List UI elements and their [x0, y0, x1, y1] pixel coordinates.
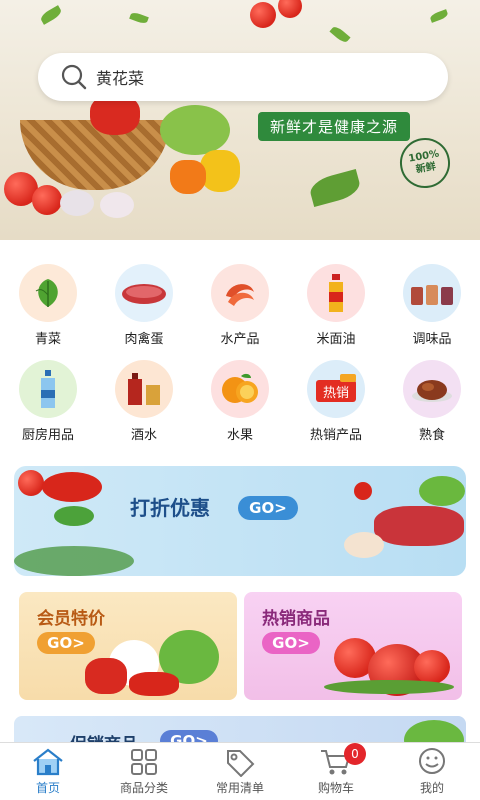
- category-item[interactable]: 热销 热销产品: [288, 352, 384, 443]
- category-item[interactable]: 青菜: [0, 256, 96, 347]
- tab-label: 常用清单: [215, 781, 264, 795]
- hot-sale-icon: 热销: [307, 360, 365, 418]
- search-bar[interactable]: [38, 53, 448, 101]
- svg-text:热销: 热销: [323, 386, 349, 401]
- hot-products-go-button[interactable]: GO>: [262, 632, 320, 654]
- category-label: 青菜: [34, 332, 61, 347]
- discount-go-button[interactable]: GO>: [238, 496, 298, 520]
- user-icon: [419, 748, 445, 774]
- oil-bottle-icon: [307, 264, 365, 322]
- tab-home[interactable]: 首页: [0, 743, 96, 800]
- category-label: 水果: [226, 428, 253, 443]
- category-label: 肉禽蛋: [124, 332, 164, 347]
- category-label: 调味品: [412, 332, 452, 347]
- search-input[interactable]: [96, 67, 416, 87]
- tab-label: 首页: [35, 781, 60, 795]
- tab-label: 购物车: [317, 781, 354, 795]
- discount-title: 打折优惠: [130, 496, 210, 520]
- category-label: 厨房用品: [21, 428, 74, 443]
- kitchen-bottle-icon: [19, 360, 77, 418]
- category-label: 熟食: [418, 428, 445, 443]
- tag-icon: [227, 750, 255, 777]
- freshness-seal: 100% 新鲜: [396, 134, 454, 192]
- category-item[interactable]: 调味品: [384, 256, 480, 347]
- tab-profile[interactable]: 我的: [384, 743, 480, 800]
- seasoning-icon: [403, 264, 461, 322]
- category-item[interactable]: 水产品: [192, 256, 288, 347]
- category-label: 热销产品: [309, 428, 362, 443]
- category-item[interactable]: 肉禽蛋: [96, 256, 192, 347]
- category-item[interactable]: 熟食: [384, 352, 480, 443]
- home-icon: [33, 748, 63, 776]
- seal-text: 新鲜: [415, 161, 437, 176]
- category-label: 水产品: [220, 332, 260, 347]
- category-item[interactable]: 厨房用品: [0, 352, 96, 443]
- category-item[interactable]: 水果: [192, 352, 288, 443]
- tab-categories[interactable]: 商品分类: [96, 743, 192, 800]
- member-special-card[interactable]: 会员特价 GO>: [19, 592, 237, 700]
- hot-products-title: 热销商品: [262, 609, 330, 629]
- meat-icon: [115, 264, 173, 322]
- category-label: 米面油: [316, 332, 356, 347]
- category-item[interactable]: 米面油: [288, 256, 384, 347]
- bottom-tab-bar: 首页 商品分类 常用清单 0 购物车 我的: [0, 742, 480, 800]
- search-icon[interactable]: [60, 63, 88, 91]
- hot-products-card[interactable]: 热销商品 GO>: [244, 592, 462, 700]
- member-special-title: 会员特价: [37, 609, 105, 629]
- shrimp-icon: [211, 264, 269, 322]
- tab-label: 商品分类: [119, 781, 168, 795]
- grid-icon: [131, 749, 157, 775]
- orange-icon: [211, 360, 269, 418]
- tab-frequent-list[interactable]: 常用清单: [192, 743, 288, 800]
- cart-badge: 0: [344, 743, 366, 765]
- category-label: 酒水: [130, 428, 157, 443]
- hero-slogan: 新鲜才是健康之源: [258, 112, 411, 141]
- tab-cart[interactable]: 0 购物车: [288, 743, 384, 800]
- category-item[interactable]: 酒水: [96, 352, 192, 443]
- hero-banner: 新鲜才是健康之源 100% 新鲜: [0, 0, 480, 240]
- member-special-go-button[interactable]: GO>: [37, 632, 95, 654]
- liquor-icon: [115, 360, 173, 418]
- vegetable-leaf-icon: [19, 264, 77, 322]
- tab-label: 我的: [419, 781, 444, 795]
- cooked-meat-icon: [403, 360, 461, 418]
- vegetable-basket: [20, 120, 170, 190]
- discount-banner[interactable]: 打折优惠 GO>: [14, 466, 466, 576]
